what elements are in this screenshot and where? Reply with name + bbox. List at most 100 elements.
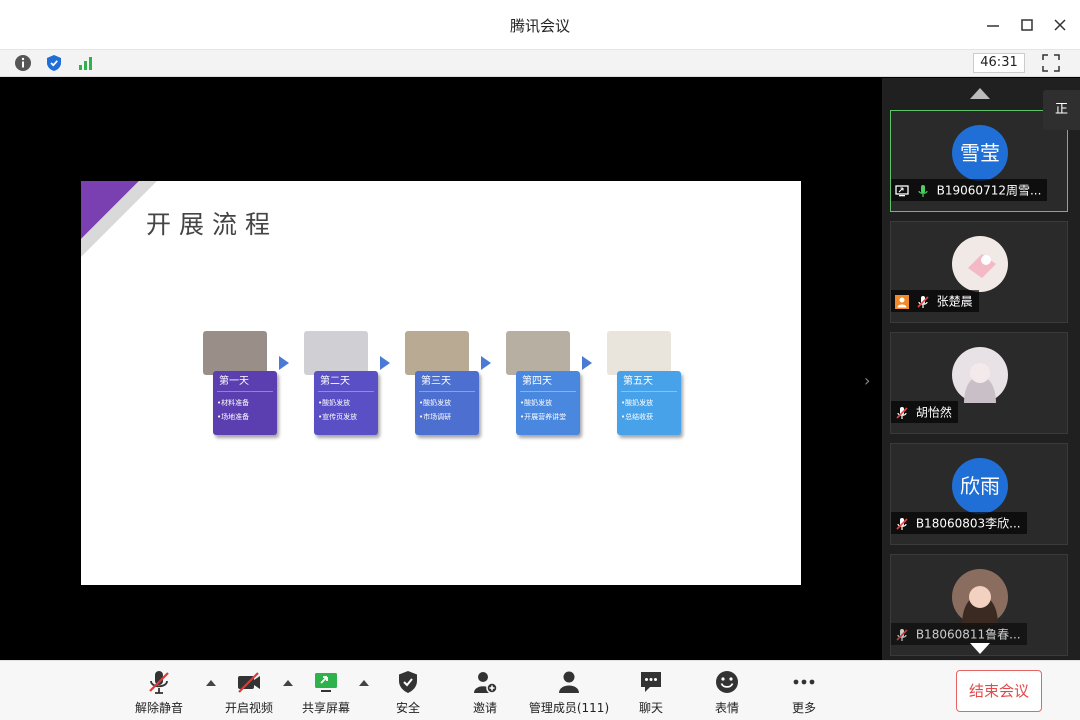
reactions-label: 表情 xyxy=(714,701,739,715)
security-label: 安全 xyxy=(395,701,420,715)
step-item: •酸奶发放 xyxy=(520,399,553,407)
avatar: 雪莹 xyxy=(952,125,1008,181)
close-icon xyxy=(1054,19,1066,31)
add-user-icon xyxy=(474,672,498,694)
participant-tile[interactable]: 雪莹 B19060712周雪... xyxy=(890,110,1068,212)
meeting-toolbar: 解除静音 开启视频 共享屏幕 安全 邀请 管理成员(111) 聊天 表情 更多 … xyxy=(0,660,1080,720)
minimize-icon xyxy=(987,25,999,27)
invite-label: 邀请 xyxy=(472,701,497,715)
status-bar: 46:31 xyxy=(0,50,1080,77)
microphone-muted-icon xyxy=(896,628,908,641)
participant-name: 胡怡然 xyxy=(915,405,952,420)
step-item: •总结收获 xyxy=(621,413,654,421)
shield-icon[interactable] xyxy=(45,54,63,72)
speaking-tooltip: 正在 xyxy=(1043,90,1080,130)
security-button[interactable]: 安全 xyxy=(384,669,432,719)
chevron-up-icon[interactable] xyxy=(206,680,216,686)
video-off-icon xyxy=(238,672,260,693)
avatar-image xyxy=(968,254,996,278)
maximize-icon xyxy=(1021,19,1033,31)
manage-members-label: 管理成员(111) xyxy=(528,701,610,715)
shield-icon xyxy=(399,671,417,693)
share-screen-button[interactable]: 共享屏幕 xyxy=(297,669,355,719)
close-button[interactable] xyxy=(1048,13,1072,37)
microphone-muted-icon xyxy=(896,406,908,419)
step-item: •市场调研 xyxy=(419,413,452,421)
participant-tile[interactable]: 胡怡然 xyxy=(890,332,1068,434)
participant-name: B18060803李欣... xyxy=(915,516,1021,531)
reactions-button[interactable]: 表情 xyxy=(703,669,751,719)
presentation-slide: 开展流程 第一天 •材料准备 •场地准备 第二天 •酸奶发放 •宣传页发放 第三… xyxy=(81,181,801,585)
step-item: •酸奶发放 xyxy=(419,399,452,407)
step-day: 第三天 xyxy=(419,375,475,392)
unmute-label: 解除静音 xyxy=(134,701,183,715)
avatar xyxy=(952,236,1008,292)
participant-name-tag: 胡怡然 xyxy=(891,401,958,423)
end-meeting-button[interactable]: 结束会议 xyxy=(956,670,1042,712)
slide-title: 开展流程 xyxy=(146,210,279,239)
step-photo xyxy=(304,331,368,375)
share-screen-label: 共享屏幕 xyxy=(301,701,350,715)
participant-tile[interactable]: B18060811鲁春... xyxy=(890,554,1068,656)
start-video-label: 开启视频 xyxy=(224,701,273,715)
step-day: 第一天 xyxy=(217,375,273,392)
step-item: •宣传页发放 xyxy=(318,413,358,421)
step-photo xyxy=(506,331,570,375)
window-title: 腾讯会议 xyxy=(509,17,570,35)
scroll-up-icon[interactable] xyxy=(970,88,990,99)
microphone-muted-icon xyxy=(896,517,908,530)
chevron-up-icon[interactable] xyxy=(283,680,293,686)
minimize-button[interactable] xyxy=(981,13,1005,37)
step-card: 第三天 •酸奶发放 •市场调研 xyxy=(415,371,479,435)
step-item: •场地准备 xyxy=(217,413,250,421)
participant-name: B18060811鲁春... xyxy=(915,627,1021,642)
more-label: 更多 xyxy=(791,701,816,715)
invite-button[interactable]: 邀请 xyxy=(461,669,509,719)
step-arrow xyxy=(481,356,491,370)
participant-tile[interactable]: 欣雨 B18060803李欣... xyxy=(890,443,1068,545)
step-arrow xyxy=(279,356,289,370)
unmute-button[interactable]: 解除静音 xyxy=(130,669,188,719)
step-card: 第四天 •酸奶发放 •开展营养讲堂 xyxy=(516,371,580,435)
signal-strength-icon[interactable] xyxy=(77,54,95,72)
step-day: 第二天 xyxy=(318,375,374,392)
step-day: 第五天 xyxy=(621,375,677,392)
meeting-timer: 46:31 xyxy=(973,53,1025,73)
start-video-button[interactable]: 开启视频 xyxy=(220,669,278,719)
maximize-button[interactable] xyxy=(1015,13,1039,37)
step-item: •材料准备 xyxy=(217,399,250,407)
step-item: •酸奶发放 xyxy=(318,399,351,407)
avatar: 欣雨 xyxy=(952,458,1008,514)
avatar-image xyxy=(962,586,998,625)
manage-members-button[interactable]: 管理成员(111) xyxy=(528,669,610,719)
participant-name-tag: B18060803李欣... xyxy=(891,512,1027,534)
fullscreen-icon[interactable] xyxy=(1042,54,1060,72)
step-arrow xyxy=(380,356,390,370)
participant-tile[interactable]: 张楚晨 xyxy=(890,221,1068,323)
step-card: 第五天 •酸奶发放 •总结收获 xyxy=(617,371,681,435)
chat-button[interactable]: 聊天 xyxy=(627,669,675,719)
screen-share-icon xyxy=(315,673,337,692)
more-icon xyxy=(793,679,815,685)
shared-screen-area: 开展流程 第一天 •材料准备 •场地准备 第二天 •酸奶发放 •宣传页发放 第三… xyxy=(0,78,882,660)
screen-share-icon xyxy=(895,184,909,196)
participant-panel: 雪莹 B19060712周雪... 张楚晨 胡怡然 欣雨 B18060803李欣 xyxy=(882,78,1080,660)
more-button[interactable]: 更多 xyxy=(780,669,828,719)
step-photo xyxy=(203,331,267,375)
user-icon xyxy=(559,671,579,693)
step-photo xyxy=(405,331,469,375)
avatar-image xyxy=(964,363,996,403)
scroll-down-icon[interactable] xyxy=(970,643,990,654)
smiley-icon xyxy=(716,671,738,693)
step-card: 第二天 •酸奶发放 •宣传页发放 xyxy=(314,371,378,435)
microphone-muted-icon xyxy=(149,671,169,694)
chevron-right-icon[interactable]: › xyxy=(864,373,878,389)
chevron-up-icon[interactable] xyxy=(359,680,369,686)
step-day: 第四天 xyxy=(520,375,576,392)
step-card: 第一天 •材料准备 •场地准备 xyxy=(213,371,277,435)
participant-name-tag: B18060811鲁春... xyxy=(891,623,1027,645)
participant-name-tag: B19060712周雪... xyxy=(891,179,1048,201)
info-icon[interactable] xyxy=(14,54,32,72)
microphone-icon xyxy=(918,184,928,197)
participant-name: 张楚晨 xyxy=(936,294,973,309)
